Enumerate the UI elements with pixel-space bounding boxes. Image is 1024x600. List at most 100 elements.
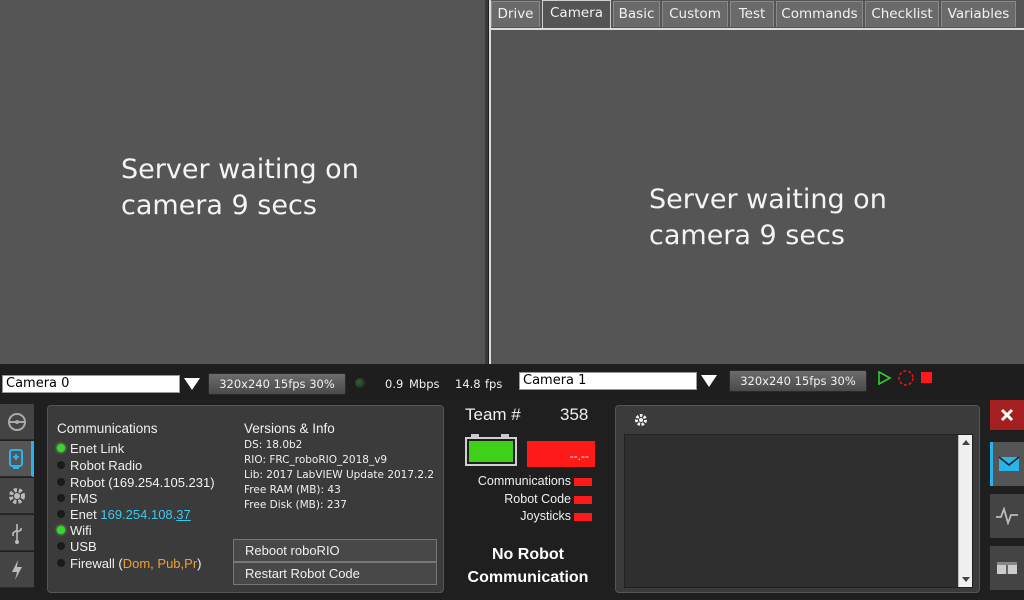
gear-icon[interactable] xyxy=(634,413,648,427)
bandwidth-unit: Mbps xyxy=(409,377,440,391)
sidebar-item-power[interactable] xyxy=(0,552,34,588)
message-console-panel xyxy=(615,405,980,593)
scroll-down-icon[interactable] xyxy=(962,577,970,583)
status-dot-icon xyxy=(57,526,65,534)
restart-robot-code-button[interactable]: Restart Robot Code xyxy=(233,562,437,585)
steering-wheel-icon xyxy=(8,412,26,431)
tab-variables[interactable]: Variables xyxy=(941,1,1016,27)
comm-label: Enet Link xyxy=(70,440,125,456)
console-scrollbar[interactable] xyxy=(958,435,972,587)
tab-drive[interactable]: Drive xyxy=(491,1,540,27)
bandwidth-value: 0.9 xyxy=(385,377,404,391)
robot-status-message: No Robot Communication xyxy=(467,546,589,586)
charts-icon xyxy=(996,507,1018,525)
left-resolution-button[interactable]: 320x240 15fps 30% xyxy=(208,373,346,395)
sidebar-item-both[interactable] xyxy=(990,546,1024,590)
free-disk: Free Disk (MB): 237 xyxy=(244,499,347,511)
version-rio: RIO: FRC_roboRIO_2018_v9 xyxy=(244,454,388,466)
enet-ip-link[interactable]: 37 xyxy=(176,507,190,522)
comm-item-robot: Robot (169.254.105.231) xyxy=(57,474,215,490)
tab-basic[interactable]: Basic xyxy=(613,1,660,27)
messages-icon xyxy=(998,456,1019,471)
left-camera-view: Server waiting on camera 9 secs xyxy=(0,0,488,364)
status-dot-icon xyxy=(57,478,65,486)
version-lib: Lib: 2017 LabVIEW Update 2017.2.2 xyxy=(244,469,435,481)
joysticks-indicator xyxy=(574,513,592,521)
tab-commands[interactable]: Commands xyxy=(776,1,863,27)
sidebar-item-charts[interactable] xyxy=(990,494,1024,538)
right-camera-select[interactable]: Camera 1 xyxy=(519,372,697,390)
right-resolution-button[interactable]: 320x240 15fps 30% xyxy=(729,370,867,392)
status-dot-icon xyxy=(57,510,65,518)
sidebar-item-diagnostics[interactable] xyxy=(0,441,34,477)
comm-label: USB xyxy=(70,538,97,554)
tab-custom[interactable]: Custom xyxy=(662,1,728,27)
indicator-robot-code-label: Robot Code xyxy=(504,492,571,506)
communications-indicator xyxy=(574,478,592,486)
comm-item-robot-radio: Robot Radio xyxy=(57,457,142,473)
free-ram: Free RAM (MB): 43 xyxy=(244,484,341,496)
team-number: 358 xyxy=(560,405,589,424)
close-button[interactable] xyxy=(990,400,1024,430)
status-dot-icon xyxy=(57,559,65,567)
firewall-values: Dom, Pub,Pr xyxy=(122,555,198,571)
battery-icon xyxy=(465,434,517,466)
tab-test[interactable]: Test xyxy=(730,1,774,27)
comm-item-enet: Enet 169.254.108. 37 xyxy=(57,506,191,522)
diagnostics-icon xyxy=(8,448,23,469)
sidebar-item-operation[interactable] xyxy=(0,404,34,440)
play-icon[interactable] xyxy=(876,370,892,386)
indicator-communications-label: Communications xyxy=(477,474,571,488)
dashboard-tabstrip: Drive Camera Basic Custom Test Commands … xyxy=(489,0,1024,29)
comm-label: Firewall ( xyxy=(70,555,123,571)
left-sidebar xyxy=(0,404,36,594)
robot-status-panel: Team # 358 --.-- Communications Robot Co… xyxy=(455,405,603,593)
power-icon xyxy=(12,559,22,580)
version-ds: DS: 18.0b2 xyxy=(244,439,303,451)
chevron-down-icon[interactable] xyxy=(184,378,200,390)
both-icon xyxy=(997,562,1017,574)
sidebar-item-messages[interactable] xyxy=(990,442,1024,486)
status-dot-icon xyxy=(57,494,65,502)
comm-item-usb: USB xyxy=(57,538,97,554)
sidebar-item-setup[interactable] xyxy=(0,478,34,514)
usb-icon xyxy=(12,523,22,544)
firewall-close-paren: ) xyxy=(197,555,202,571)
left-camera-message: Server waiting on camera 9 secs xyxy=(121,154,359,221)
status-led-icon xyxy=(355,378,365,388)
communications-heading: Communications xyxy=(57,421,158,436)
driver-station-window: Server waiting on camera 9 secs Drive Ca… xyxy=(0,0,1024,600)
right-sidebar xyxy=(988,400,1024,594)
sidebar-item-usb[interactable] xyxy=(0,515,34,551)
left-camera-select[interactable]: Camera 0 xyxy=(2,375,180,393)
tab-checklist[interactable]: Checklist xyxy=(865,1,939,27)
scroll-up-icon[interactable] xyxy=(962,439,970,445)
comm-item-enet-link: Enet Link xyxy=(57,440,124,456)
comm-item-firewall: Firewall (Dom, Pub,Pr) xyxy=(57,555,202,571)
tab-camera[interactable]: Camera xyxy=(542,0,611,29)
message-console-body[interactable] xyxy=(624,434,973,588)
close-icon xyxy=(1000,408,1014,422)
stop-icon[interactable] xyxy=(920,371,934,385)
reboot-roborio-button[interactable]: Reboot roboRIO xyxy=(233,539,437,562)
battery-voltage: --.-- xyxy=(527,441,595,467)
chevron-down-icon[interactable] xyxy=(701,375,717,387)
comm-label: Robot (169.254.105.231) xyxy=(70,474,215,490)
right-camera-view: Server waiting on camera 9 secs xyxy=(489,28,1024,364)
comm-item-fms: FMS xyxy=(57,490,97,506)
record-icon[interactable] xyxy=(897,369,915,387)
versions-heading: Versions & Info xyxy=(244,421,335,436)
status-dot-icon xyxy=(57,461,65,469)
team-label: Team # xyxy=(465,405,521,424)
comm-label: Wifi xyxy=(70,522,92,538)
comm-label: Enet xyxy=(70,506,101,522)
indicator-joysticks-label: Joysticks xyxy=(520,509,571,523)
fps-unit: fps xyxy=(485,377,503,391)
status-dot-icon xyxy=(57,444,65,452)
comm-item-wifi: Wifi xyxy=(57,522,92,538)
fps-value: 14.8 xyxy=(455,377,481,391)
comm-label: FMS xyxy=(70,490,98,506)
camera-control-bar: Camera 0 320x240 15fps 30% 0.9 Mbps 14.8… xyxy=(0,364,1024,400)
status-dot-icon xyxy=(57,542,65,550)
enet-ip-address: 169.254.108. xyxy=(100,506,177,522)
